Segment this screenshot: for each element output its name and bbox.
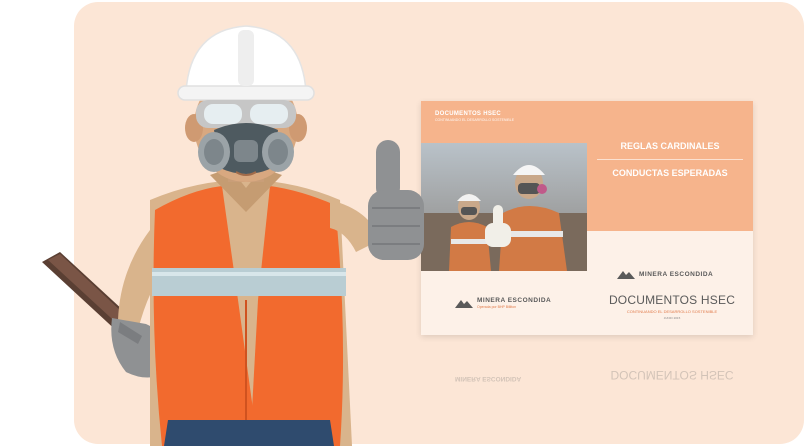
worker-illustration xyxy=(42,25,424,446)
thumbs-up-glove-icon xyxy=(368,140,424,260)
hard-hat-icon xyxy=(177,25,315,101)
